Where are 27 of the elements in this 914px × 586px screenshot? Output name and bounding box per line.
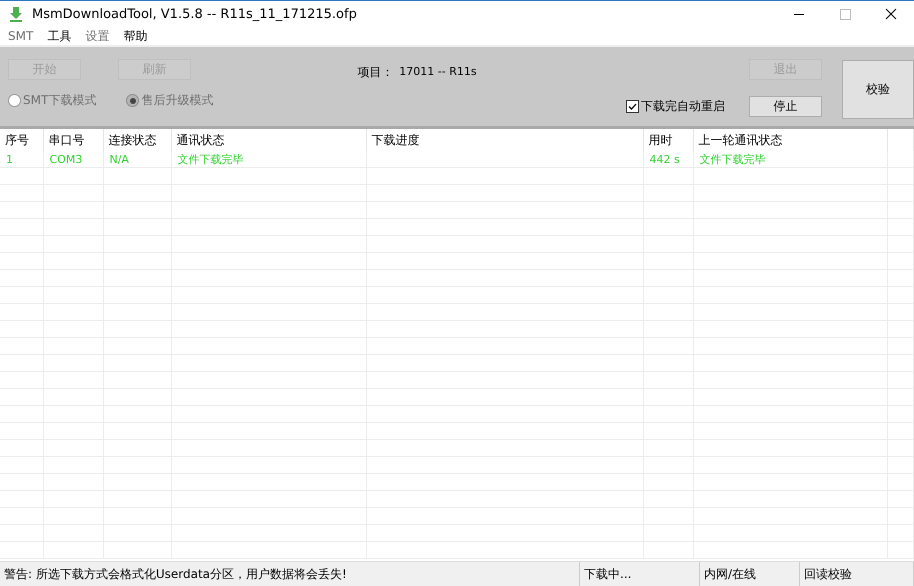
stop-button[interactable]: 停止 <box>749 96 822 117</box>
column-header[interactable]: 下载进度 <box>372 132 420 146</box>
status-text: 内网/在线 <box>704 566 756 582</box>
project-value: 17011 -- R11s <box>399 64 477 78</box>
status-text: 下载中... <box>584 566 632 582</box>
table-cell: N/A <box>110 152 129 166</box>
table-cell: COM3 <box>50 152 82 166</box>
checkbox-icon[interactable] <box>626 100 639 113</box>
menu-item[interactable]: 工具 <box>47 28 72 44</box>
menu-item[interactable]: 帮助 <box>123 28 148 44</box>
column-header[interactable]: 上一轮通讯状态 <box>698 132 782 146</box>
column-header[interactable]: 串口号 <box>48 132 84 146</box>
status-text: 警告: 所选下载方式会格式化Userdata分区，用户数据将会丢失! <box>4 566 347 582</box>
column-header[interactable]: 序号 <box>5 132 29 146</box>
column-header[interactable]: 用时 <box>648 132 672 146</box>
column-header[interactable]: 连接状态 <box>108 132 156 146</box>
table-cell: 442 s <box>650 152 680 166</box>
window-title: MsmDownloadTool, V1.5.8 -- R11s_11_171215.ofp <box>32 6 358 22</box>
column-header[interactable]: 通讯状态 <box>176 132 224 146</box>
table-cell: 1 <box>6 152 13 166</box>
download-icon <box>8 6 24 22</box>
project-label: 项目： <box>357 64 394 81</box>
verify-button[interactable]: 校验 <box>842 60 914 119</box>
status-text: 回读校验 <box>804 566 852 582</box>
auto-restart-checkbox[interactable]: 下载完自动重启 <box>626 98 725 115</box>
table-cell: 文件下载完毕 <box>178 152 244 166</box>
table-cell: 文件下载完毕 <box>700 152 766 166</box>
